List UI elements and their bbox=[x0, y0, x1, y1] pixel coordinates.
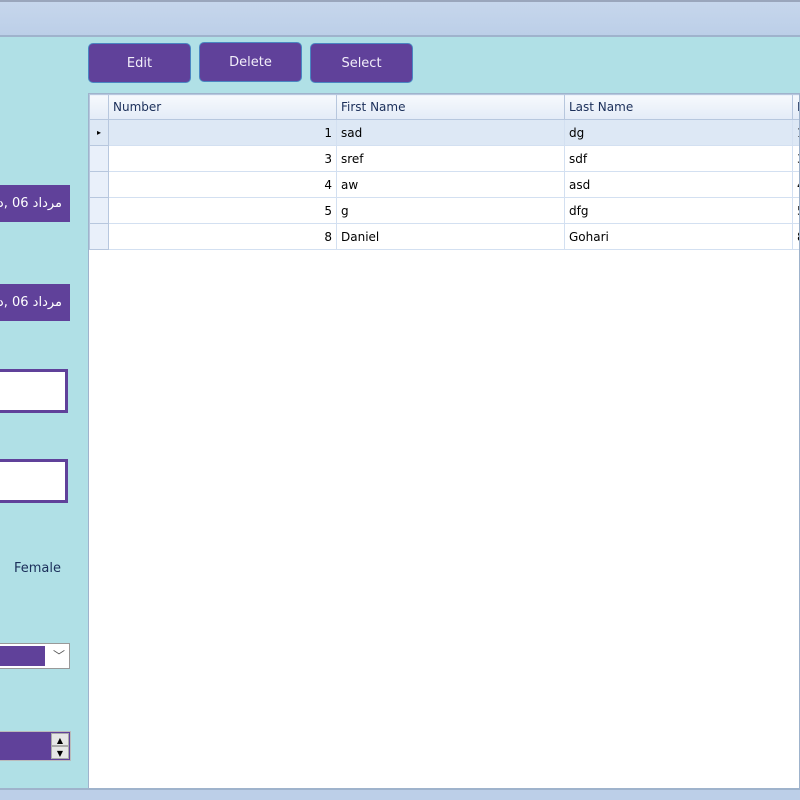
cell-last-name[interactable]: dfg bbox=[564, 197, 793, 224]
row-header-corner bbox=[89, 94, 109, 120]
row-header[interactable] bbox=[89, 223, 109, 250]
column-header-first-name[interactable]: First Name bbox=[336, 94, 565, 120]
cell-first-name[interactable]: sref bbox=[336, 145, 565, 172]
data-grid[interactable]: Number First Name Last Name I ▸ 1 sad dg… bbox=[88, 93, 800, 789]
cell-extra[interactable]: 4 bbox=[792, 171, 799, 198]
cell-last-name[interactable]: asd bbox=[564, 171, 793, 198]
column-header-last-name[interactable]: Last Name bbox=[564, 94, 793, 120]
cell-last-name[interactable]: sdf bbox=[564, 145, 793, 172]
cell-extra[interactable]: 8 bbox=[792, 223, 799, 250]
row-header[interactable] bbox=[89, 197, 109, 224]
column-header-number[interactable]: Number bbox=[108, 94, 337, 120]
date-picker-1[interactable]: مرداد 06 ,د bbox=[0, 185, 70, 222]
table-row[interactable]: 4 aw asd 4 bbox=[89, 171, 799, 198]
cell-last-name[interactable]: Gohari bbox=[564, 223, 793, 250]
column-header-extra[interactable]: I bbox=[792, 94, 799, 120]
stepper-down-icon[interactable]: ▼ bbox=[51, 746, 69, 759]
dropdown-value bbox=[0, 646, 45, 666]
delete-button[interactable]: Delete bbox=[199, 42, 302, 82]
table-row[interactable]: 5 g dfg 5 bbox=[89, 197, 799, 224]
cell-first-name[interactable]: aw bbox=[336, 171, 565, 198]
table-row[interactable]: 3 sref sdf 3 bbox=[89, 145, 799, 172]
cell-extra[interactable]: 1 bbox=[792, 119, 799, 146]
cell-first-name[interactable]: sad bbox=[336, 119, 565, 146]
text-input-2[interactable] bbox=[0, 459, 68, 503]
cell-number[interactable]: 8 bbox=[108, 223, 337, 250]
cell-number[interactable]: 1 bbox=[108, 119, 337, 146]
row-header[interactable] bbox=[89, 145, 109, 172]
cell-number[interactable]: 5 bbox=[108, 197, 337, 224]
female-radio-label[interactable]: Female bbox=[14, 561, 61, 576]
row-header[interactable] bbox=[89, 171, 109, 198]
status-bar bbox=[0, 788, 800, 800]
dropdown-select[interactable]: ﹀ bbox=[0, 643, 70, 669]
stepper-up-icon[interactable]: ▲ bbox=[51, 733, 69, 746]
row-header[interactable]: ▸ bbox=[89, 119, 109, 146]
text-input-1[interactable] bbox=[0, 369, 68, 413]
edit-button[interactable]: Edit bbox=[88, 43, 191, 83]
chevron-down-icon[interactable]: ﹀ bbox=[53, 647, 65, 664]
numeric-stepper[interactable]: ▲ ▼ bbox=[0, 731, 71, 761]
cell-last-name[interactable]: dg bbox=[564, 119, 793, 146]
table-row[interactable]: 8 Daniel Gohari 8 bbox=[89, 223, 799, 250]
date-picker-2[interactable]: مرداد 06 ,د bbox=[0, 284, 70, 321]
cell-extra[interactable]: 5 bbox=[792, 197, 799, 224]
cell-first-name[interactable]: Daniel bbox=[336, 223, 565, 250]
select-button[interactable]: Select bbox=[310, 43, 413, 83]
cell-number[interactable]: 4 bbox=[108, 171, 337, 198]
cell-first-name[interactable]: g bbox=[336, 197, 565, 224]
title-bar bbox=[0, 0, 800, 37]
cell-extra[interactable]: 3 bbox=[792, 145, 799, 172]
table-row[interactable]: ▸ 1 sad dg 1 bbox=[89, 119, 799, 146]
cell-number[interactable]: 3 bbox=[108, 145, 337, 172]
